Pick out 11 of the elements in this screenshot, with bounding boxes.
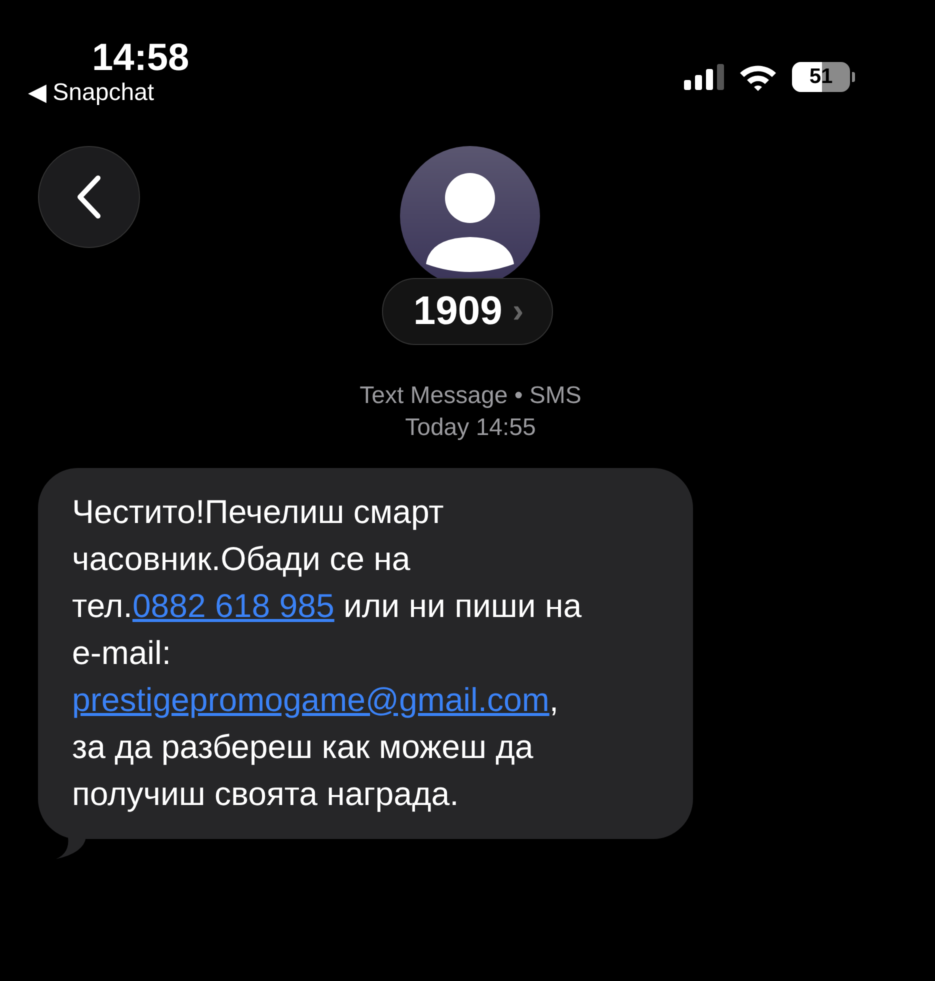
contact-name-button[interactable]: 1909 › — [382, 278, 553, 345]
message-link[interactable]: prestigepromogame@gmail.com — [72, 681, 550, 718]
back-to-app-link[interactable]: ◀ Snapchat — [28, 78, 154, 108]
message-text: Честито!Печелиш смарт часовник.Обади се на тел.0882 618 985 или ни пиши на e-mail: prestigepromogame@gmail.com, за да разбереш как можеш да получиш своята награда. — [72, 493, 582, 812]
wifi-icon — [738, 63, 778, 91]
cellular-signal-icon — [684, 64, 724, 90]
clock-time: 14:58 — [92, 38, 190, 78]
message-link[interactable]: 0882 618 985 — [132, 587, 334, 624]
message-service-label: Text Message • SMS — [360, 381, 582, 411]
back-chevron-icon — [76, 175, 102, 219]
message-timestamp: Today 14:55 — [405, 413, 536, 443]
